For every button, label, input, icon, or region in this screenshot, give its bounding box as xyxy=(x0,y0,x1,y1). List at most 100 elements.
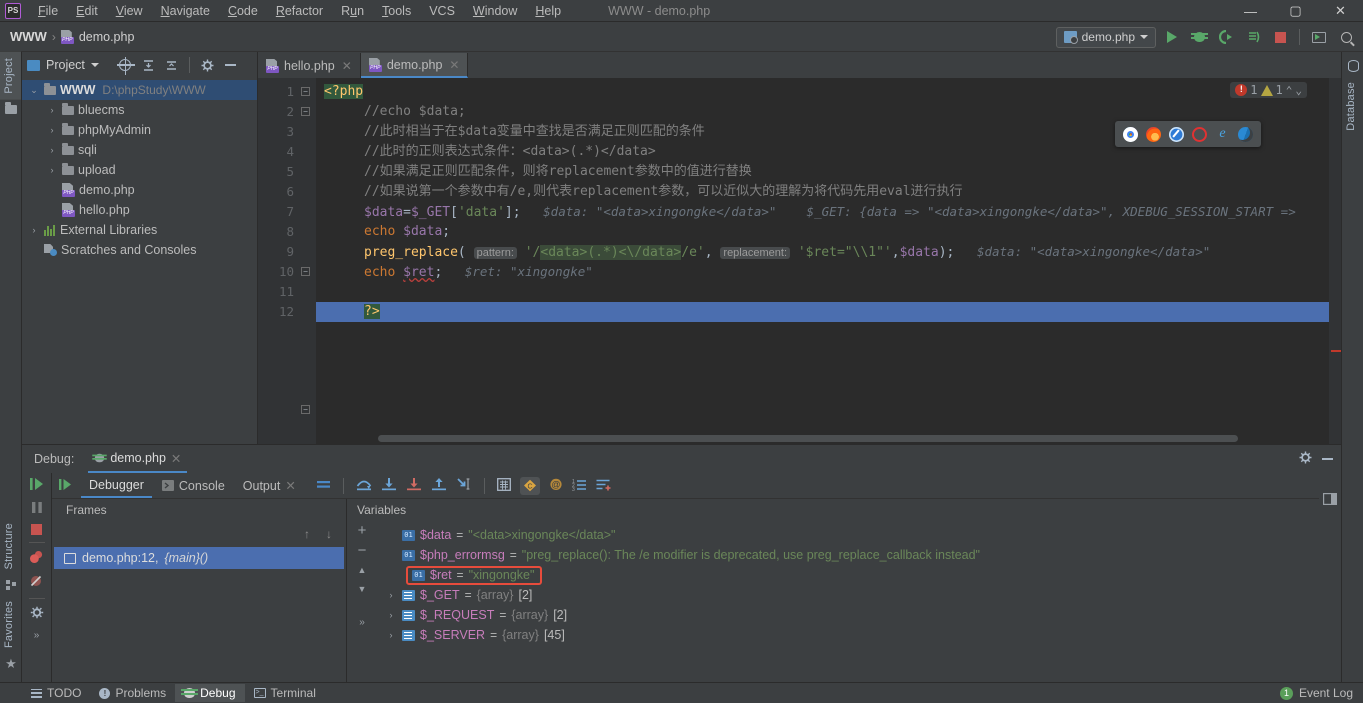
chrome-icon[interactable] xyxy=(1123,126,1138,142)
tab-output[interactable]: Output ✕ xyxy=(235,474,304,497)
variable-row[interactable]: 01 $data = "<data>xingongke</data>" xyxy=(377,525,1319,545)
variable-row[interactable]: › $_REQUEST = {array} [2] xyxy=(377,605,1319,625)
status-problems-button[interactable]: ! Problems xyxy=(90,684,175,702)
chevron-down-icon[interactable] xyxy=(90,63,99,67)
debug-settings-side-button[interactable] xyxy=(30,606,44,623)
tree-item-www[interactable]: ⌄ WWW D:\phpStudy\WWW xyxy=(22,80,257,100)
frame-up-icon[interactable]: ↑ xyxy=(304,527,310,541)
maximize-button[interactable]: ▢ xyxy=(1273,0,1318,22)
edge-icon[interactable] xyxy=(1238,126,1253,142)
variable-row[interactable]: › $_SERVER = {array} [45] xyxy=(377,625,1319,645)
pause-button[interactable] xyxy=(30,501,44,517)
step-out-button[interactable] xyxy=(431,477,447,494)
close-icon[interactable]: ✕ xyxy=(342,59,352,73)
menu-help[interactable]: Help xyxy=(526,2,570,20)
profile-button[interactable] xyxy=(1242,26,1264,48)
menu-code[interactable]: Code xyxy=(219,2,267,20)
scroll-from-source-button[interactable] xyxy=(117,57,136,75)
collapse-all-button[interactable] xyxy=(163,57,180,74)
error-marker[interactable] xyxy=(1331,350,1341,352)
frame-down-icon[interactable]: ↓ xyxy=(326,527,332,541)
menu-file[interactable]: File xyxy=(29,2,67,20)
editor-marker-gutter[interactable] xyxy=(1329,78,1341,444)
sidebar-item-database[interactable]: Database xyxy=(1342,76,1363,137)
move-down-icon[interactable]: ▼ xyxy=(358,584,367,594)
breadcrumb-file[interactable]: demo.php xyxy=(79,30,135,44)
chevron-right-icon[interactable]: › xyxy=(385,590,397,600)
stop-button[interactable] xyxy=(1269,26,1291,48)
tree-item-upload[interactable]: › upload xyxy=(22,160,257,180)
safari-icon[interactable] xyxy=(1169,126,1184,142)
settings-list-button[interactable] xyxy=(596,478,611,494)
firefox-icon[interactable] xyxy=(1146,126,1161,142)
chevron-right-icon[interactable]: › xyxy=(28,225,40,235)
status-todo-button[interactable]: TODO xyxy=(22,684,90,702)
chevron-right-icon[interactable]: › xyxy=(385,610,397,620)
hide-project-button[interactable] xyxy=(222,57,239,74)
sidebar-item-favorites[interactable]: Favorites xyxy=(0,595,21,654)
close-icon[interactable]: ✕ xyxy=(171,451,181,466)
chevron-right-icon[interactable]: › xyxy=(46,125,58,135)
remove-watch-icon[interactable]: − xyxy=(358,543,367,558)
frame-list-item[interactable]: demo.php:12, {main}() xyxy=(54,547,344,569)
evaluate-expression-button[interactable] xyxy=(496,477,511,494)
event-log-button[interactable]: Event Log xyxy=(1299,686,1353,700)
tree-item-sqli[interactable]: › sqli xyxy=(22,140,257,160)
code-fold-icon[interactable]: − xyxy=(301,87,310,96)
force-step-into-button[interactable] xyxy=(406,477,422,494)
hide-debug-button[interactable] xyxy=(1322,458,1333,460)
inspection-widget[interactable]: ! 1 1 ⌃ ⌄ xyxy=(1230,82,1307,98)
debug-button[interactable] xyxy=(1188,26,1210,48)
debug-run-icon[interactable] xyxy=(54,478,79,494)
editor-horizontal-scrollbar[interactable] xyxy=(378,435,1238,442)
menu-tools[interactable]: Tools xyxy=(373,2,420,20)
variable-row[interactable]: 01 $php_errormsg = "preg_replace(): The /e … xyxy=(377,545,1319,565)
project-settings-button[interactable] xyxy=(199,57,216,74)
run-button[interactable] xyxy=(1161,26,1183,48)
move-up-icon[interactable]: ▲ xyxy=(358,565,367,575)
tree-item-demo-php[interactable]: PHP demo.php xyxy=(22,180,257,200)
tree-item-scratches-and-consoles[interactable]: Scratches and Consoles xyxy=(22,240,257,260)
close-icon[interactable]: ✕ xyxy=(285,478,295,493)
step-over-button[interactable] xyxy=(356,477,372,494)
more-icon[interactable]: » xyxy=(359,617,365,628)
debug-coverage-button[interactable] xyxy=(1215,26,1237,48)
tab-console[interactable]: Console xyxy=(154,475,233,497)
status-terminal-button[interactable]: >_ Terminal xyxy=(245,684,325,702)
opera-icon[interactable] xyxy=(1192,126,1207,142)
step-into-button[interactable] xyxy=(381,477,397,494)
code-fold-icon[interactable]: − xyxy=(301,107,310,116)
chevron-right-icon[interactable]: › xyxy=(46,145,58,155)
chevron-right-icon[interactable]: › xyxy=(46,165,58,175)
next-problem-icon[interactable]: ⌄ xyxy=(1295,84,1302,97)
menu-navigate[interactable]: Navigate xyxy=(152,2,219,20)
menu-edit[interactable]: Edit xyxy=(67,2,107,20)
tree-item-external-libraries[interactable]: › External Libraries xyxy=(22,220,257,240)
prev-problem-icon[interactable]: ⌃ xyxy=(1286,84,1293,97)
code-content[interactable]: <?php //echo $data; //此时相当于在$data变量中查找是否… xyxy=(316,78,1329,444)
resume-button[interactable] xyxy=(29,477,45,494)
add-watch-icon[interactable]: + xyxy=(358,523,367,538)
more-actions-button[interactable]: » xyxy=(34,630,40,641)
chevron-right-icon[interactable]: › xyxy=(46,105,58,115)
layout-settings-icon[interactable] xyxy=(1323,493,1337,505)
tree-item-phpmyadmin[interactable]: › phpMyAdmin xyxy=(22,120,257,140)
watches-button[interactable]: C xyxy=(519,476,540,495)
variable-row[interactable]: › $_GET = {array} [2] xyxy=(377,585,1319,605)
minimize-button[interactable]: — xyxy=(1228,0,1273,22)
annotate-button[interactable]: @ xyxy=(549,478,563,494)
menu-run[interactable]: Run xyxy=(332,2,373,20)
screen-button[interactable] xyxy=(1308,26,1330,48)
tree-item-hello-php[interactable]: PHP hello.php xyxy=(22,200,257,220)
editor-tab-hello-php[interactable]: PHP hello.php ✕ xyxy=(258,53,361,78)
show-execution-point-button[interactable] xyxy=(316,478,331,494)
debug-session-tab[interactable]: demo.php ✕ xyxy=(88,446,188,473)
view-breakpoints-button[interactable] xyxy=(29,550,44,567)
run-configuration-selector[interactable]: demo.php xyxy=(1055,26,1156,48)
sidebar-item-project[interactable]: Project xyxy=(0,52,21,100)
tab-debugger[interactable]: Debugger xyxy=(81,474,152,498)
close-icon[interactable]: ✕ xyxy=(449,58,459,72)
code-fold-icon[interactable]: − xyxy=(301,267,310,276)
variable-row[interactable]: 01 $ret = "xingongke" xyxy=(377,565,1319,585)
code-fold-icon[interactable]: − xyxy=(301,405,310,414)
